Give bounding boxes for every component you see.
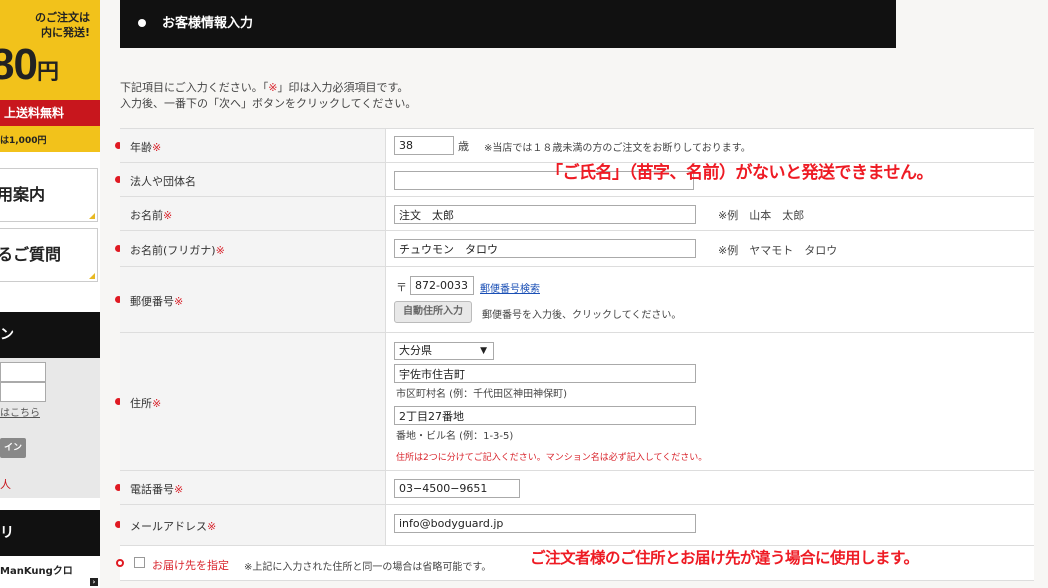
prefecture-select[interactable]: 大分県 ▼: [394, 342, 494, 360]
phone-input[interactable]: [394, 479, 520, 498]
register-link[interactable]: 人: [0, 476, 11, 492]
name-kana-label: お名前(フリガナ): [130, 244, 216, 257]
instructions-text: 」印は入力必須項目です。: [277, 81, 409, 94]
login-password-input[interactable]: [0, 382, 46, 402]
promo-price: 80: [0, 40, 38, 89]
sidebar-guide-link[interactable]: 用案内: [0, 168, 98, 222]
name-example: ※例 山本 太郎: [718, 209, 805, 222]
age-label: 年齢: [130, 141, 152, 154]
sidebar-product-item[interactable]: ManKungクロ ›: [0, 556, 100, 588]
city-input[interactable]: [394, 364, 696, 383]
sidebar-faq-label: るご質問: [0, 245, 62, 264]
name-required-annotation: 「ご氏名」（苗字、名前）がないと発送できません。: [546, 163, 934, 183]
street-input[interactable]: [394, 406, 696, 425]
promo-small-text: は1,000円: [0, 136, 47, 146]
sidebar-login-panel: はこちら イン 人: [0, 358, 100, 498]
name-kana-input[interactable]: [394, 239, 696, 258]
postal-label: 郵便番号: [130, 295, 174, 308]
optional-dot-icon: [116, 559, 124, 567]
sidebar-section-heading: リ: [0, 510, 100, 556]
name-kana-example: ※例 ヤマモト タロウ: [718, 244, 838, 257]
age-row: 年齢※ 歳 ※当店では１８歳未満の方のご注文をお断りしております。: [115, 128, 1034, 162]
promo-line2: 内に発送!: [40, 26, 90, 39]
delivery-annotation: ご注文者様のご住所とお届け先が違う場合に使用します。: [530, 549, 919, 567]
postal-code-input[interactable]: [410, 276, 474, 295]
section-header: お客様情報入力: [120, 0, 896, 48]
chevron-right-icon: ›: [90, 578, 98, 586]
promo-unit: 円: [36, 59, 59, 84]
required-mark: ※: [174, 295, 184, 308]
required-mark: ※: [268, 81, 278, 94]
left-sidebar: のご注文は 内に発送! 80円 上送料無料 は1,000円 用案内 るご質問 ン …: [0, 0, 100, 588]
required-mark: ※: [174, 483, 184, 496]
email-row: メールアドレス※: [115, 504, 1034, 545]
age-input[interactable]: [394, 136, 454, 155]
address-row: 住所※ 大分県 ▼ 市区町村名 (例：千代田区神田神保町) 番地・ビル名 (例：…: [115, 332, 1034, 470]
instructions-text: 入力後、一番下の「次へ」ボタンをクリックしてください。: [120, 97, 417, 110]
city-hint: 市区町村名 (例：千代田区神田神保町): [396, 389, 567, 400]
age-unit: 歳: [458, 140, 469, 153]
promo-line1: のご注文は: [35, 11, 90, 24]
required-mark: ※: [152, 141, 162, 154]
delivery-note: ※上記に入力された住所と同一の場合は省略可能です。: [244, 562, 492, 573]
postal-search-link[interactable]: 郵便番号検索: [480, 280, 540, 295]
bullet-icon: [138, 18, 146, 27]
corner-arrow-icon: [89, 213, 95, 219]
required-mark: ※: [215, 244, 225, 257]
age-note: ※当店では１８歳未満の方のご注文をお断りしております。: [484, 143, 751, 154]
shipping-promo-banner[interactable]: のご注文は内に発送! 80円 上送料無料 は1,000円: [0, 0, 100, 152]
required-mark: ※: [163, 209, 173, 222]
sidebar-login-heading: ン: [0, 312, 100, 358]
promo-free-shipping: 上送料無料: [0, 100, 100, 126]
postal-row: 郵便番号※ 〒 郵便番号検索 自動住所入力 郵便番号を入力後、クリックしてくださ…: [115, 266, 1034, 332]
required-mark: ※: [152, 397, 162, 410]
email-input[interactable]: [394, 514, 696, 533]
sidebar-product-label: ManKungクロ: [0, 566, 73, 577]
company-label: 法人や団体名: [130, 175, 196, 188]
postal-prefix: 〒: [396, 281, 407, 294]
name-row: お名前※ ※例 山本 太郎: [120, 196, 1034, 230]
login-id-input[interactable]: [0, 362, 46, 382]
name-input[interactable]: [394, 205, 696, 224]
dropdown-arrow-icon: ▼: [480, 346, 487, 356]
form-instructions: 下記項目にご入力ください。「※」印は入力必須項目です。 入力後、一番下の「次へ」…: [120, 80, 416, 112]
phone-label: 電話番号: [130, 483, 174, 496]
auto-address-button[interactable]: 自動住所入力: [394, 301, 472, 323]
address-warning: 住所は2つに分けてご記入ください。マンション名は必ず記入してください。: [396, 453, 708, 463]
sidebar-faq-link[interactable]: るご質問: [0, 228, 98, 282]
street-hint: 番地・ビル名 (例：1-3-5): [396, 431, 514, 442]
auto-address-note: 郵便番号を入力後、クリックしてください。: [482, 310, 682, 321]
prefecture-value: 大分県: [399, 344, 432, 357]
name-label: お名前: [130, 209, 163, 222]
sidebar-guide-label: 用案内: [0, 185, 46, 204]
required-mark: ※: [207, 520, 217, 533]
instructions-text: 下記項目にご入力ください。「: [120, 81, 269, 94]
forgot-password-link[interactable]: はこちら: [0, 404, 40, 419]
phone-row: 電話番号※: [115, 470, 1034, 504]
page-title: お客様情報入力: [162, 16, 254, 31]
delivery-address-checkbox[interactable]: [134, 557, 145, 568]
email-label: メールアドレス: [130, 520, 207, 533]
corner-arrow-icon: [89, 273, 95, 279]
login-button[interactable]: イン: [0, 438, 26, 458]
delivery-label[interactable]: お届け先を指定: [152, 557, 229, 573]
name-kana-row: お名前(フリガナ)※ ※例 ヤマモト タロウ: [115, 230, 1034, 266]
address-label: 住所: [130, 397, 152, 410]
